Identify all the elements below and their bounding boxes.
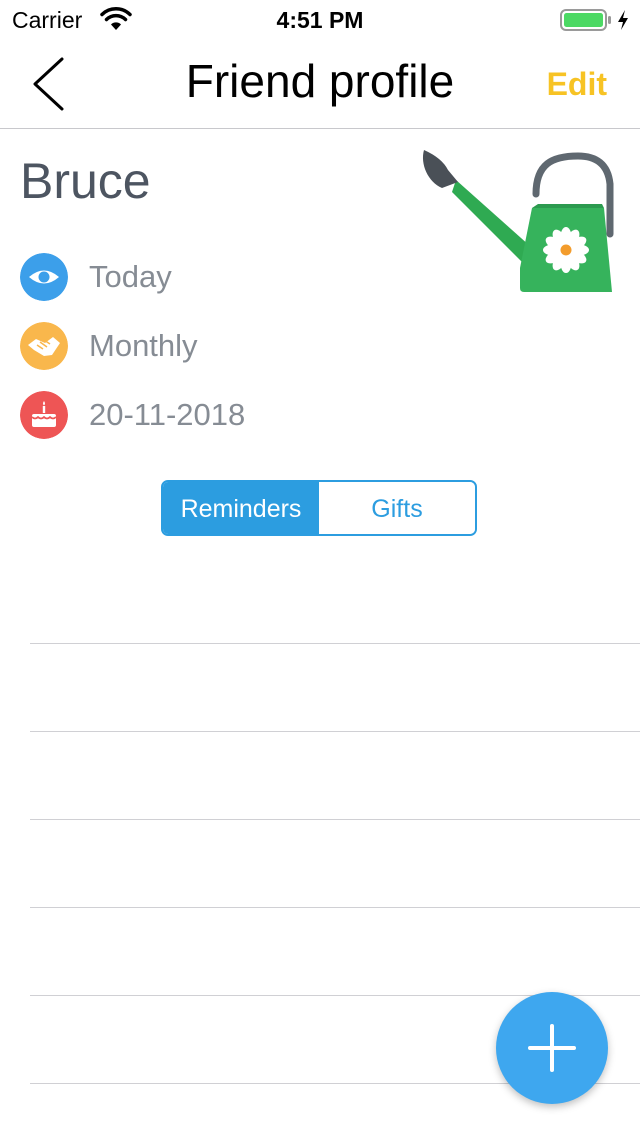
list-separator [30, 819, 640, 820]
frequency-row: Monthly [20, 322, 420, 370]
eye-icon [20, 253, 68, 301]
list-separator [30, 731, 640, 732]
navigation-bar: Friend profile Edit [0, 40, 640, 129]
watering-can-icon [422, 150, 614, 292]
plus-icon [528, 1024, 576, 1072]
reminders-gifts-segmented-control: Reminders Gifts [161, 480, 477, 536]
friend-name: Bruce [20, 153, 151, 209]
list-separator [30, 643, 640, 644]
birthday-text: 20-11-2018 [89, 397, 246, 432]
edit-button[interactable]: Edit [547, 66, 607, 103]
tab-gifts[interactable]: Gifts [319, 482, 475, 534]
battery-icon [560, 9, 611, 31]
page-title: Friend profile [185, 55, 455, 107]
birthday-cake-icon [20, 391, 68, 439]
status-bar: Carrier 4:51 PM [0, 0, 640, 40]
bolt-icon [618, 10, 628, 30]
frequency-text: Monthly [89, 328, 198, 363]
status-time: 4:51 PM [276, 7, 364, 33]
add-button[interactable] [496, 992, 608, 1104]
birthday-row: 20-11-2018 [20, 391, 420, 439]
list-separator [30, 907, 640, 908]
last-seen-row: Today [20, 253, 420, 301]
tab-reminders[interactable]: Reminders [163, 482, 319, 534]
handshake-icon [20, 322, 68, 370]
last-seen-text: Today [89, 259, 172, 294]
